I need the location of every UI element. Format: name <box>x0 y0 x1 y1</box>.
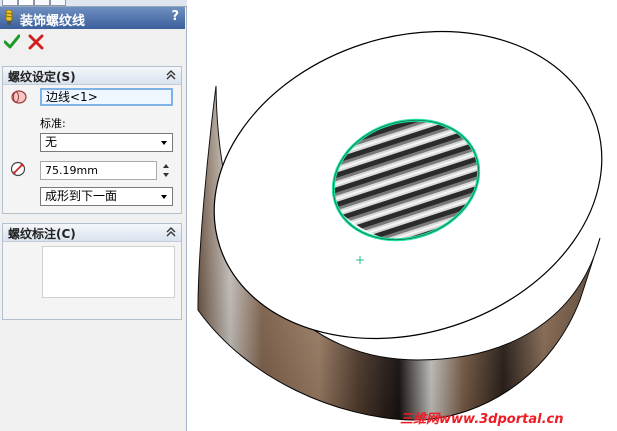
tab-dimxpert-manager[interactable] <box>50 0 66 6</box>
panel-title: 装饰螺纹线 <box>20 14 86 29</box>
help-button[interactable]: ? <box>171 9 179 24</box>
tab-feature-manager[interactable] <box>2 0 18 6</box>
standard-value: 无 <box>45 135 58 149</box>
ok-checkmark-button[interactable] <box>4 34 20 50</box>
manager-tab-strip <box>0 0 187 7</box>
thread-callout-header[interactable]: 螺纹标注(C) <box>3 224 181 242</box>
thread-callout-title: 螺纹标注(C) <box>8 227 76 241</box>
diameter-spinner[interactable] <box>159 161 173 180</box>
property-manager-panel: 装饰螺纹线 ? 螺纹设定(S) 边线<1> 标准: 无 75.19mm 成形到下… <box>0 0 187 431</box>
end-condition-value: 成形到下一面 <box>45 189 118 203</box>
collapse-chevron-icon[interactable] <box>165 69 177 81</box>
dropdown-arrow-icon <box>161 195 167 199</box>
graphics-area[interactable]: 三维网www.3dportal.cn <box>188 0 617 431</box>
panel-title-bar: 装饰螺纹线 ? <box>0 7 185 29</box>
edge-selection-field[interactable]: 边线<1> <box>40 88 173 106</box>
cancel-x-button[interactable] <box>28 34 44 50</box>
diameter-icon <box>10 161 26 177</box>
standard-label: 标准: <box>40 117 66 130</box>
dropdown-arrow-icon <box>161 141 167 145</box>
cosmetic-thread-icon <box>5 10 13 25</box>
thread-callout-textbox[interactable] <box>42 246 175 298</box>
tab-configuration-manager[interactable] <box>34 0 50 6</box>
major-diameter-input[interactable]: 75.19mm <box>40 161 157 180</box>
site-watermark: 三维网www.3dportal.cn <box>400 412 564 427</box>
thread-settings-header[interactable]: 螺纹设定(S) <box>3 67 181 85</box>
end-condition-dropdown[interactable]: 成形到下一面 <box>40 187 173 206</box>
collapse-chevron-icon[interactable] <box>165 226 177 238</box>
washer-model[interactable] <box>188 0 617 431</box>
standard-dropdown[interactable]: 无 <box>40 133 173 152</box>
thread-settings-group: 螺纹设定(S) 边线<1> 标准: 无 75.19mm 成形到下一面 <box>2 66 182 214</box>
circular-edge-icon <box>11 90 27 104</box>
tab-property-manager[interactable] <box>18 0 34 6</box>
thread-settings-title: 螺纹设定(S) <box>8 70 76 84</box>
thread-callout-group: 螺纹标注(C) <box>2 223 182 320</box>
